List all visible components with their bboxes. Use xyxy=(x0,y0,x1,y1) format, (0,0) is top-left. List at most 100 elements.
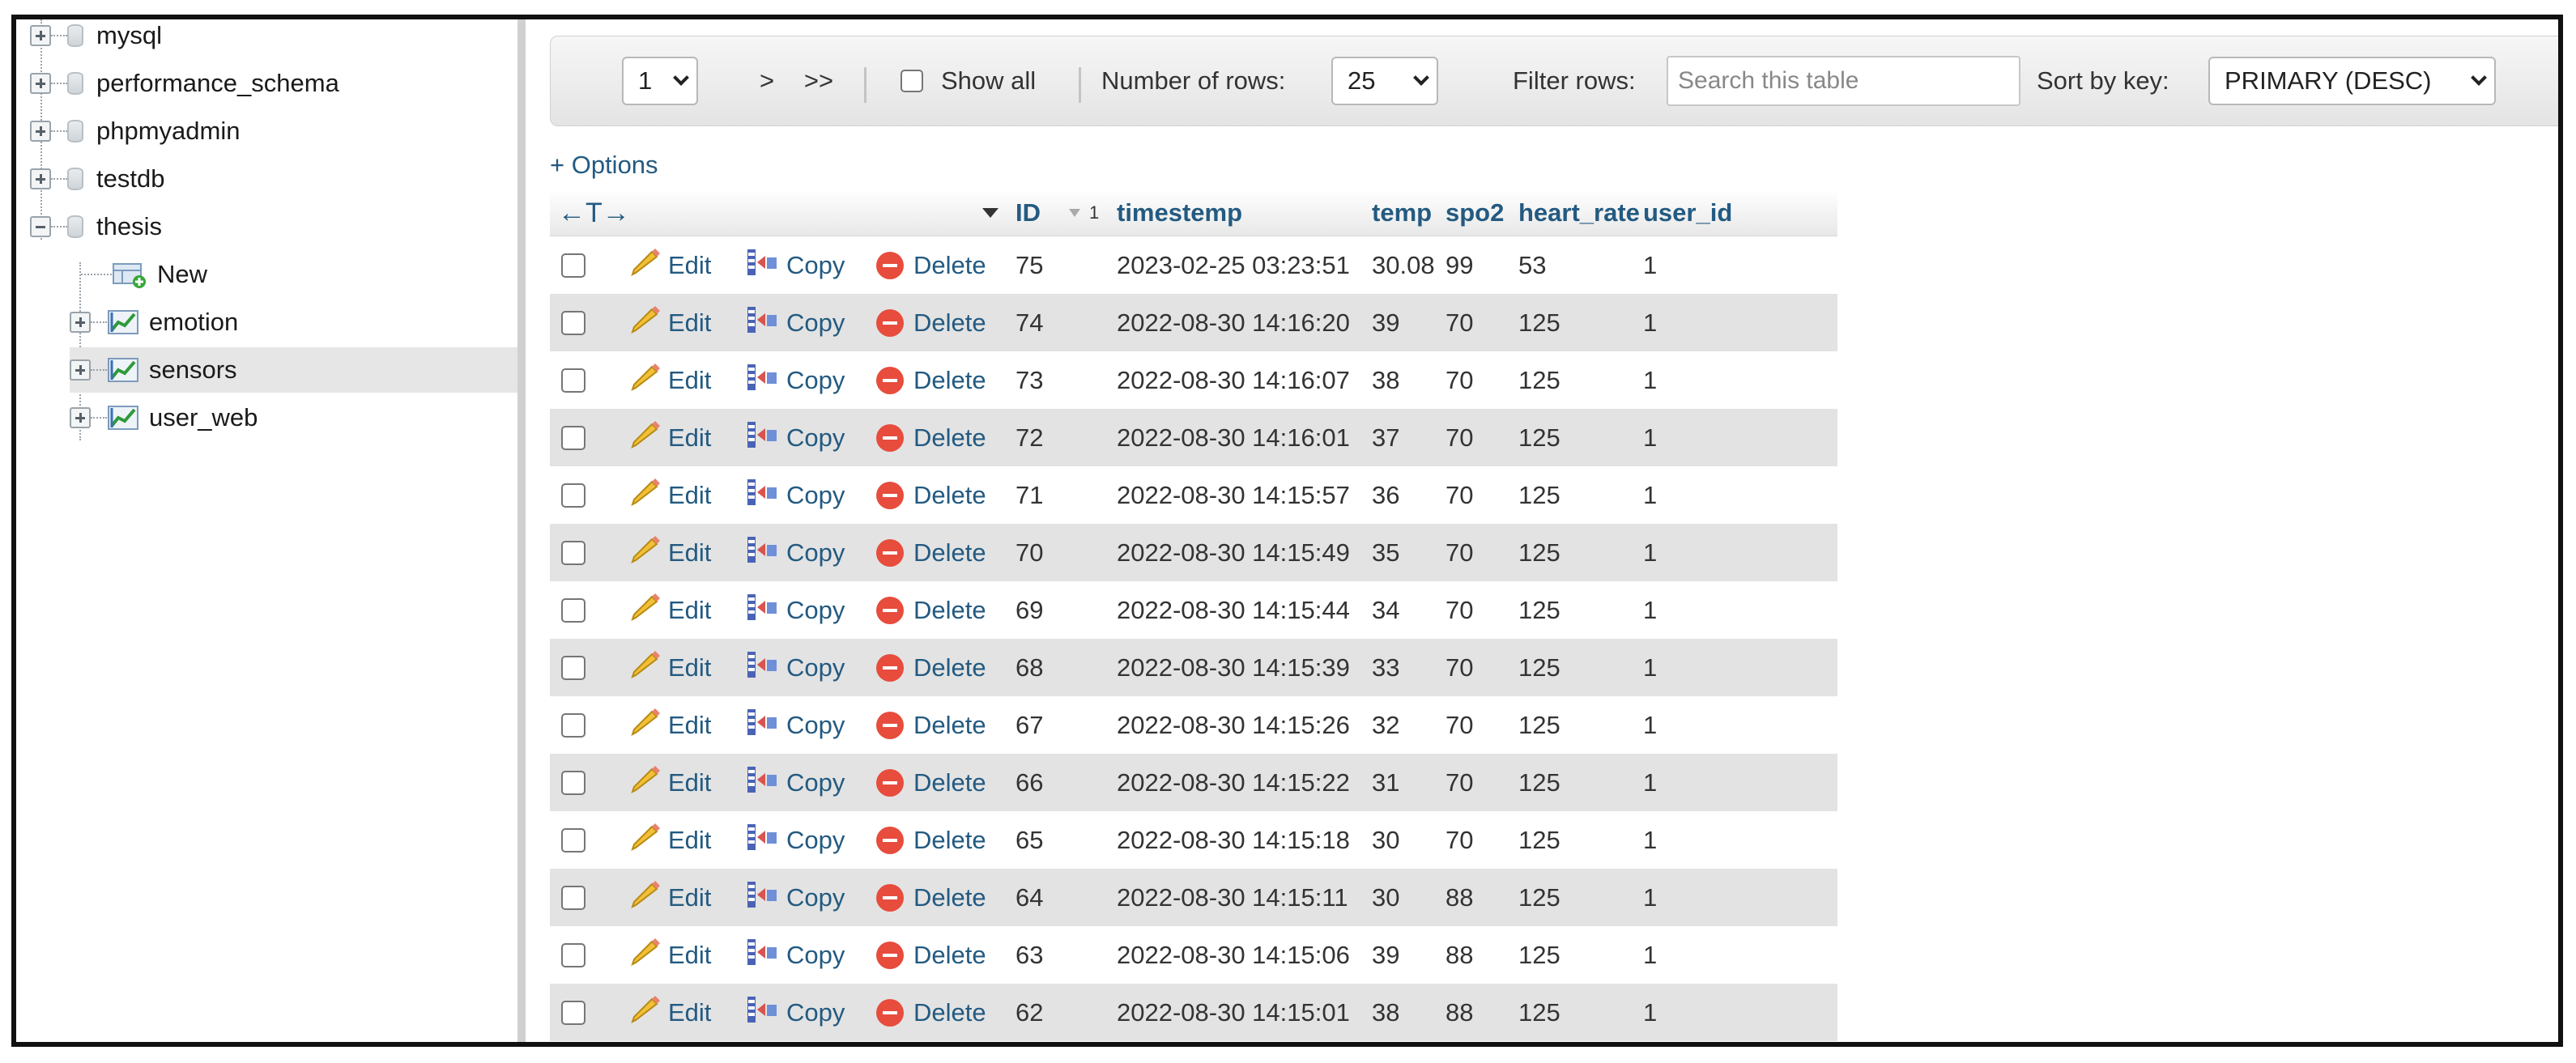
cell-temp[interactable]: 34 xyxy=(1372,581,1399,639)
delete-row-button[interactable]: Delete xyxy=(876,524,986,581)
edit-row-button[interactable]: Edit xyxy=(631,294,711,351)
row-select-checkbox[interactable] xyxy=(561,540,585,565)
show-all-control[interactable]: Show all xyxy=(901,36,1036,125)
cell-id[interactable]: 75 xyxy=(1015,236,1043,294)
cell-temp[interactable]: 39 xyxy=(1372,926,1399,984)
cell-temp[interactable]: 30 xyxy=(1372,811,1399,869)
cell-id[interactable]: 68 xyxy=(1015,639,1043,696)
cell-temp[interactable]: 32 xyxy=(1372,696,1399,754)
copy-row-button[interactable]: Copy xyxy=(744,869,845,926)
cell-id[interactable]: 72 xyxy=(1015,409,1043,466)
cell-id[interactable]: 65 xyxy=(1015,811,1043,869)
copy-row-button[interactable]: Copy xyxy=(744,466,845,524)
cell-user-id[interactable]: 1 xyxy=(1643,869,1657,926)
db-label[interactable]: testdb xyxy=(96,164,164,193)
cell-timestemp[interactable]: 2022-08-30 14:15:57 xyxy=(1117,466,1350,524)
column-header-temp[interactable]: temp xyxy=(1372,189,1432,236)
row-select-checkbox[interactable] xyxy=(561,1000,585,1025)
row-select-checkbox[interactable] xyxy=(561,597,585,623)
tree-db-testdb[interactable]: testdb xyxy=(30,156,164,202)
cell-id[interactable]: 66 xyxy=(1015,754,1043,811)
row-select-checkbox[interactable] xyxy=(561,310,585,335)
cell-spo2[interactable]: 88 xyxy=(1446,869,1473,926)
cell-spo2[interactable]: 88 xyxy=(1446,984,1473,1041)
edit-row-button[interactable]: Edit xyxy=(631,926,711,984)
db-label[interactable]: performance_schema xyxy=(96,69,339,98)
tree-table-emotion[interactable]: emotion xyxy=(70,300,238,345)
tree-table-sensors[interactable]: sensors xyxy=(70,347,517,393)
delete-row-button[interactable]: Delete xyxy=(876,351,986,409)
cell-id[interactable]: 67 xyxy=(1015,696,1043,754)
expand-icon[interactable] xyxy=(30,25,51,46)
cell-timestemp[interactable]: 2022-08-30 14:16:20 xyxy=(1117,294,1350,351)
delete-row-button[interactable]: Delete xyxy=(876,639,986,696)
column-arrows[interactable]: ←T→ xyxy=(558,189,630,236)
edit-row-button[interactable]: Edit xyxy=(631,869,711,926)
copy-row-button[interactable]: Copy xyxy=(744,754,845,811)
cell-timestemp[interactable]: 2022-08-30 14:16:07 xyxy=(1117,351,1350,409)
column-header-user-id[interactable]: user_id xyxy=(1643,189,1732,236)
row-select-checkbox[interactable] xyxy=(561,483,585,508)
cell-temp[interactable]: 38 xyxy=(1372,351,1399,409)
cell-heart-rate[interactable]: 125 xyxy=(1518,926,1561,984)
edit-row-button[interactable]: Edit xyxy=(631,466,711,524)
column-header-timestemp[interactable]: timestemp xyxy=(1117,189,1242,236)
cell-heart-rate[interactable]: 125 xyxy=(1518,351,1561,409)
edit-row-button[interactable]: Edit xyxy=(631,409,711,466)
cell-spo2[interactable]: 70 xyxy=(1446,696,1473,754)
row-select-checkbox[interactable] xyxy=(561,712,585,738)
delete-row-button[interactable]: Delete xyxy=(876,466,986,524)
copy-row-button[interactable]: Copy xyxy=(744,984,845,1041)
row-select-checkbox[interactable] xyxy=(561,368,585,393)
collapse-icon[interactable] xyxy=(30,216,51,237)
cell-id[interactable]: 70 xyxy=(1015,524,1043,581)
edit-row-button[interactable]: Edit xyxy=(631,984,711,1041)
cell-spo2[interactable]: 70 xyxy=(1446,524,1473,581)
edit-row-button[interactable]: Edit xyxy=(631,811,711,869)
delete-row-button[interactable]: Delete xyxy=(876,869,986,926)
cell-user-id[interactable]: 1 xyxy=(1643,696,1657,754)
expand-icon[interactable] xyxy=(70,312,91,333)
cell-id[interactable]: 74 xyxy=(1015,294,1043,351)
delete-row-button[interactable]: Delete xyxy=(876,811,986,869)
copy-row-button[interactable]: Copy xyxy=(744,811,845,869)
show-all-label[interactable]: Show all xyxy=(941,66,1036,96)
delete-row-button[interactable]: Delete xyxy=(876,409,986,466)
cell-id[interactable]: 71 xyxy=(1015,466,1043,524)
expand-icon[interactable] xyxy=(70,407,91,428)
rows-per-page-select[interactable]: 25 xyxy=(1331,57,1438,105)
copy-row-button[interactable]: Copy xyxy=(744,581,845,639)
cell-heart-rate[interactable]: 125 xyxy=(1518,869,1561,926)
row-select-checkbox[interactable] xyxy=(561,885,585,910)
cell-spo2[interactable]: 88 xyxy=(1446,926,1473,984)
edit-row-button[interactable]: Edit xyxy=(631,754,711,811)
db-label[interactable]: phpmyadmin xyxy=(96,117,240,146)
db-label[interactable]: mysql xyxy=(96,21,162,50)
cell-id[interactable]: 69 xyxy=(1015,581,1043,639)
cell-heart-rate[interactable]: 125 xyxy=(1518,294,1561,351)
cell-user-id[interactable]: 1 xyxy=(1643,811,1657,869)
row-select-checkbox[interactable] xyxy=(561,253,585,278)
copy-row-button[interactable]: Copy xyxy=(744,696,845,754)
tree-db-thesis[interactable]: thesis xyxy=(30,204,162,249)
edit-row-button[interactable]: Edit xyxy=(631,696,711,754)
column-header-id[interactable]: ID xyxy=(1015,189,1041,236)
cell-timestemp[interactable]: 2022-08-30 14:15:22 xyxy=(1117,754,1350,811)
cell-timestemp[interactable]: 2022-08-30 14:15:39 xyxy=(1117,639,1350,696)
edit-row-button[interactable]: Edit xyxy=(631,236,711,294)
cell-heart-rate[interactable]: 125 xyxy=(1518,811,1561,869)
cell-id[interactable]: 62 xyxy=(1015,984,1043,1041)
row-select-checkbox[interactable] xyxy=(561,942,585,967)
row-select-checkbox[interactable] xyxy=(561,425,585,450)
cell-spo2[interactable]: 70 xyxy=(1446,466,1473,524)
cell-spo2[interactable]: 70 xyxy=(1446,581,1473,639)
cell-timestemp[interactable]: 2022-08-30 14:15:18 xyxy=(1117,811,1350,869)
expand-icon[interactable] xyxy=(30,168,51,189)
tree-db-mysql[interactable]: mysql xyxy=(30,19,162,58)
delete-row-button[interactable]: Delete xyxy=(876,754,986,811)
cell-id[interactable]: 63 xyxy=(1015,926,1043,984)
edit-row-button[interactable]: Edit xyxy=(631,581,711,639)
cell-timestemp[interactable]: 2022-08-30 14:16:01 xyxy=(1117,409,1350,466)
tree-db-performance-schema[interactable]: performance_schema xyxy=(30,61,339,106)
cell-spo2[interactable]: 70 xyxy=(1446,811,1473,869)
